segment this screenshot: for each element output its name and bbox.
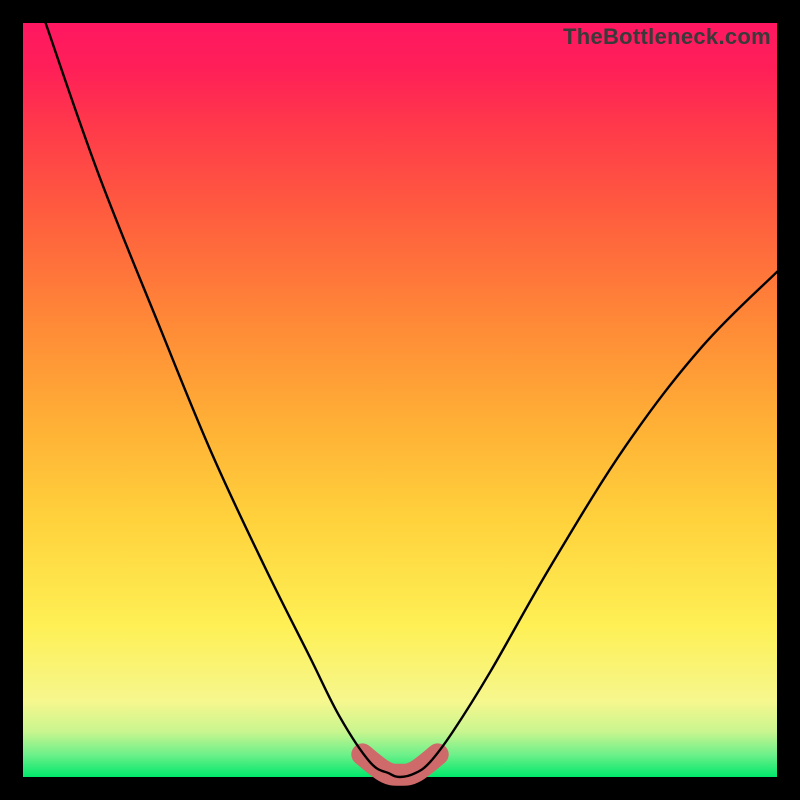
main-curve bbox=[46, 23, 777, 777]
curve-layer bbox=[23, 23, 777, 777]
plot-area: TheBottleneck.com bbox=[23, 23, 777, 777]
chart-frame: TheBottleneck.com bbox=[0, 0, 800, 800]
